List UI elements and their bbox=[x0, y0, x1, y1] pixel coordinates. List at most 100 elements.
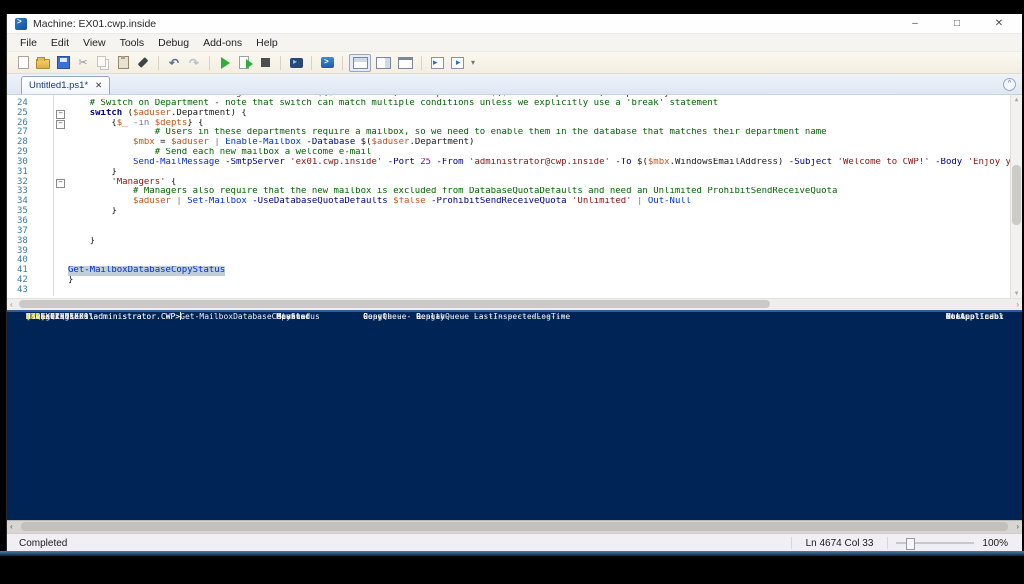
menu-item-edit[interactable]: Edit bbox=[44, 36, 76, 50]
editor-line: 32− 'Managers' { bbox=[7, 178, 1011, 188]
code-segment: .Department) bbox=[539, 95, 609, 98]
tab-close-icon[interactable]: ✕ bbox=[95, 80, 102, 91]
code-segment: } bbox=[68, 207, 117, 216]
window-arrow-1-icon[interactable] bbox=[428, 55, 446, 71]
close-button[interactable]: ✕ bbox=[992, 18, 1006, 29]
editor-line: 25− switch ($aduser.Department) { bbox=[7, 109, 1011, 119]
code-segment: ( bbox=[122, 109, 133, 118]
editor-line: 39 bbox=[7, 247, 1011, 257]
line-number: 30 bbox=[7, 158, 53, 168]
code-text: } bbox=[68, 207, 1011, 217]
layout-script-right-icon[interactable] bbox=[373, 55, 393, 71]
code-text bbox=[68, 256, 1011, 266]
pane-toggle-button[interactable]: ^ bbox=[1003, 78, 1016, 91]
code-segment: $( bbox=[312, 95, 328, 98]
run-selection-icon[interactable] bbox=[236, 55, 254, 71]
maximize-button[interactable]: □ bbox=[950, 18, 964, 29]
cut-icon[interactable] bbox=[74, 55, 92, 71]
fold-column bbox=[53, 197, 68, 207]
menu-item-help[interactable]: Help bbox=[249, 36, 285, 50]
editor-vscroll-thumb[interactable] bbox=[1012, 165, 1021, 225]
layout-script-max-icon[interactable] bbox=[395, 55, 415, 71]
menu-bar: FileEditViewToolsDebugAdd-onsHelp bbox=[7, 34, 1022, 52]
open-script-icon[interactable] bbox=[34, 55, 52, 71]
scroll-left-arrow-icon[interactable]: ‹ bbox=[10, 299, 13, 310]
line-number: 41 bbox=[7, 266, 53, 276]
script-editor-pane[interactable]: 23 Write-Host "Creating new mailbox" $($… bbox=[7, 95, 1022, 298]
window-controls: – □ ✕ bbox=[908, 18, 1016, 29]
zoom-slider[interactable] bbox=[896, 542, 974, 544]
editor-vertical-scrollbar[interactable]: ▲ ▼ bbox=[1010, 95, 1022, 298]
console-scroll-right-arrow-icon[interactable]: › bbox=[1016, 521, 1019, 533]
editor-horizontal-scrollbar[interactable]: ‹ › bbox=[7, 298, 1022, 310]
run-script-icon[interactable] bbox=[216, 55, 234, 71]
scroll-up-arrow-icon[interactable]: ▲ bbox=[1011, 96, 1022, 103]
save-icon[interactable] bbox=[54, 55, 72, 71]
fold-collapse-icon[interactable]: − bbox=[56, 179, 65, 188]
powershell-ise-window: Machine: EX01.cwp.inside – □ ✕ FileEditV… bbox=[6, 14, 1022, 552]
fold-collapse-icon[interactable]: − bbox=[56, 120, 65, 129]
new-remote-powershell-tab-icon[interactable] bbox=[287, 55, 305, 71]
console-horizontal-scrollbar[interactable]: ‹ › bbox=[7, 520, 1022, 533]
code-segment: -Subject bbox=[783, 158, 832, 167]
console-text: 0 bbox=[363, 312, 368, 322]
editor-line: 43 bbox=[7, 286, 1011, 296]
console-scroll-left-arrow-icon[interactable]: ‹ bbox=[10, 521, 13, 533]
code-segment: 'ex01.cwp.inside' bbox=[285, 158, 383, 167]
layout-script-top-icon[interactable] bbox=[349, 54, 371, 72]
menu-item-addons[interactable]: Add-ons bbox=[196, 36, 249, 50]
code-segment: 'Managers' bbox=[68, 178, 166, 187]
fold-collapse-icon[interactable]: − bbox=[56, 110, 65, 119]
line-number: 40 bbox=[7, 256, 53, 266]
line-number: 31 bbox=[7, 168, 53, 178]
editor-line: 26− {$_ -in $depts} { bbox=[7, 119, 1011, 129]
tab-untitled1[interactable]: Untitled1.ps1* ✕ bbox=[21, 76, 110, 94]
line-number: 25 bbox=[7, 109, 53, 119]
code-text: Send-MailMessage -SmtpServer 'ex01.cwp.i… bbox=[68, 158, 1011, 168]
menu-item-tools[interactable]: Tools bbox=[113, 36, 152, 50]
fold-column bbox=[53, 99, 68, 109]
fold-column bbox=[53, 128, 68, 138]
menu-item-debug[interactable]: Debug bbox=[151, 36, 196, 50]
paste-icon[interactable] bbox=[114, 55, 132, 71]
code-segment: Get-MailboxDatabaseCopyStatus bbox=[68, 266, 225, 275]
scroll-down-arrow-icon[interactable]: ▼ bbox=[1011, 290, 1022, 297]
code-segment: 'administrator@cwp.inside' bbox=[464, 158, 610, 167]
copy-icon[interactable] bbox=[94, 55, 112, 71]
code-segment: Enable-Mailbox bbox=[225, 138, 301, 147]
editor-line: 34 $aduser | Set-Mailbox -UseDatabaseQuo… bbox=[7, 197, 1011, 207]
console-pane[interactable]: [PS]C:\Users\administrator.CWP>Get-Mailb… bbox=[7, 310, 1022, 520]
menu-item-file[interactable]: File bbox=[13, 36, 44, 50]
code-segment: $mbx bbox=[133, 138, 155, 147]
code-segment: -From bbox=[431, 158, 464, 167]
new-script-icon[interactable] bbox=[14, 55, 32, 71]
clear-console-icon[interactable] bbox=[134, 55, 152, 71]
toolbar-overflow-icon[interactable]: ▾ bbox=[471, 58, 475, 67]
tab-strip: Untitled1.ps1* ✕ ^ bbox=[7, 74, 1022, 95]
console-cursor bbox=[180, 312, 181, 320]
fold-column bbox=[53, 227, 68, 237]
editor-line: 41 Get-MailboxDatabaseCopyStatus bbox=[7, 266, 1011, 276]
code-segment: -Body bbox=[930, 158, 963, 167]
redo-icon[interactable] bbox=[185, 55, 203, 71]
scroll-right-arrow-icon[interactable]: › bbox=[1016, 299, 1019, 310]
editor-hscroll-thumb[interactable] bbox=[19, 300, 770, 308]
console-text: C:\Users\administrator.CWP> bbox=[50, 312, 180, 322]
code-segment: # Users in these departments require a m… bbox=[68, 128, 827, 137]
zoom-slider-thumb[interactable] bbox=[906, 538, 915, 550]
console-text: 0 bbox=[416, 312, 421, 322]
code-segment bbox=[68, 109, 90, 118]
window-arrow-2-icon[interactable] bbox=[448, 55, 466, 71]
menu-item-view[interactable]: View bbox=[76, 36, 113, 50]
code-segment: $depts bbox=[155, 119, 188, 128]
stop-operation-icon[interactable] bbox=[256, 55, 274, 71]
code-text: # Switch on Department - note that switc… bbox=[68, 99, 1011, 109]
undo-icon[interactable] bbox=[165, 55, 183, 71]
code-segment: -SmtpServer bbox=[220, 158, 285, 167]
start-powershell-icon[interactable] bbox=[318, 55, 336, 71]
minimize-button[interactable]: – bbox=[908, 18, 922, 29]
code-segment: "dept-ready" bbox=[610, 95, 675, 98]
console-hscroll-thumb[interactable] bbox=[21, 522, 1008, 531]
code-segment: 'Unlimited' bbox=[567, 197, 632, 206]
code-segment: -in bbox=[133, 119, 149, 128]
